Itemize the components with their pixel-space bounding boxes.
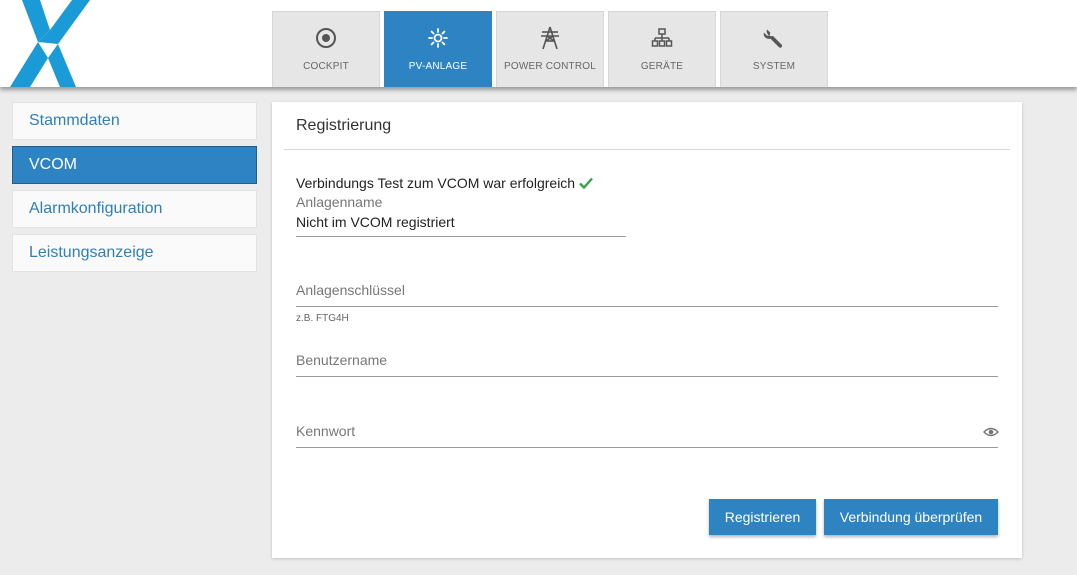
verify-connection-button[interactable]: Verbindung überprüfen xyxy=(824,499,998,535)
device-tree-icon xyxy=(651,26,673,50)
sidebar-item-vcom[interactable]: VCOM xyxy=(12,146,257,184)
success-text: Verbindungs Test zum VCOM war erfolgreic… xyxy=(296,175,576,191)
tab-label: POWER CONTROL xyxy=(503,61,597,72)
power-tower-icon xyxy=(539,26,561,50)
success-message: Verbindungs Test zum VCOM war erfolgreic… xyxy=(296,175,593,191)
plant-key-field[interactable]: Anlagenschlüssel xyxy=(296,282,405,298)
tab-label: GERÄTE xyxy=(640,61,684,72)
checkmark-icon xyxy=(579,177,593,189)
sidebar: Stammdaten VCOM Alarmkonfiguration Leist… xyxy=(12,102,257,278)
username-underline xyxy=(296,376,998,377)
sun-icon xyxy=(427,26,449,50)
tab-cockpit[interactable]: COCKPIT xyxy=(272,11,380,87)
tab-label: SYSTEM xyxy=(752,61,796,72)
eye-icon[interactable] xyxy=(983,425,999,437)
tab-system[interactable]: SYSTEM xyxy=(720,11,828,87)
password-underline xyxy=(296,447,998,448)
divider xyxy=(284,149,1010,150)
tab-pv-anlage[interactable]: PV-ANLAGE xyxy=(384,11,492,87)
logo xyxy=(0,0,100,87)
plant-name-value: Nicht im VCOM registriert xyxy=(296,214,455,230)
sidebar-item-leistungsanzeige[interactable]: Leistungsanzeige xyxy=(12,234,257,272)
tab-power-control[interactable]: POWER CONTROL xyxy=(496,11,604,87)
tab-geraete[interactable]: GERÄTE xyxy=(608,11,716,87)
username-field[interactable]: Benutzername xyxy=(296,352,387,368)
sidebar-item-alarmkonfiguration[interactable]: Alarmkonfiguration xyxy=(12,190,257,228)
sidebar-item-stammdaten[interactable]: Stammdaten xyxy=(12,102,257,140)
password-field[interactable]: Kennwort xyxy=(296,423,355,439)
plant-name-underline xyxy=(296,236,626,237)
target-icon xyxy=(315,26,337,50)
wrench-icon xyxy=(763,26,785,50)
top-bar: COCKPIT PV-ANLAGE POWER CONTROL GERÄTE S… xyxy=(0,0,1077,87)
main-nav-tabs: COCKPIT PV-ANLAGE POWER CONTROL GERÄTE S… xyxy=(272,11,828,87)
plant-key-underline xyxy=(296,306,998,307)
plant-key-hint: z.B. FTG4H xyxy=(296,313,349,324)
registration-card: Registrierung Verbindungs Test zum VCOM … xyxy=(272,102,1022,558)
tab-label: COCKPIT xyxy=(303,61,349,72)
tab-label: PV-ANLAGE xyxy=(408,61,468,72)
card-title: Registrierung xyxy=(296,117,392,134)
register-button[interactable]: Registrieren xyxy=(709,499,816,535)
plant-name-label: Anlagenname xyxy=(296,194,383,210)
